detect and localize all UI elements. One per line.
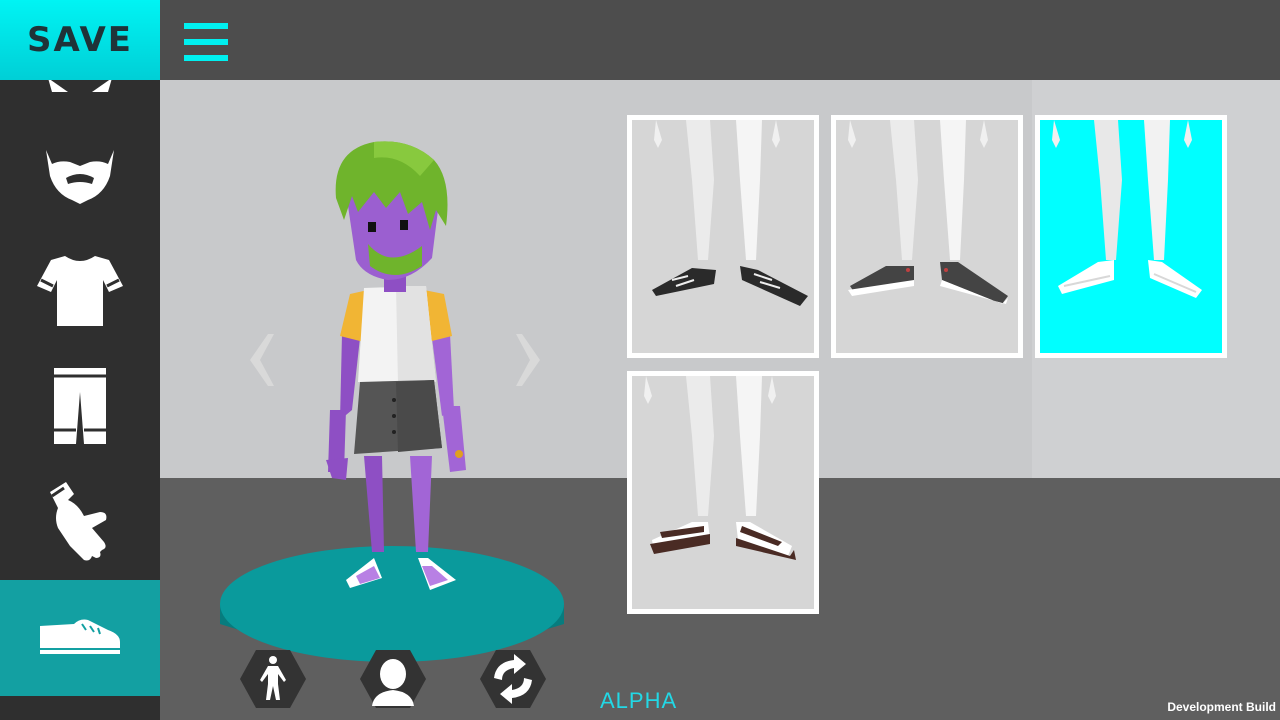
alpha-label: ALPHA [600,688,678,713]
rotate-right-button[interactable] [512,330,552,390]
head-view-button[interactable] [358,648,428,710]
shoe-option-black-sneakers [652,120,808,306]
sidebar-item-pants[interactable] [0,348,160,464]
pants-icon [54,368,106,444]
shoe-option-card[interactable] [831,115,1023,358]
chevron-left-icon [250,334,274,386]
shirt-icon [37,256,123,326]
shoe-option-card[interactable] [627,371,819,614]
shoe-option-brown-sandals [644,376,796,560]
shoe-option-white-sandals [1052,120,1202,298]
shoe-option-card[interactable] [627,115,819,358]
development-build-label: Development Build [1167,700,1276,714]
character-preview [220,141,564,662]
shoe-icon [40,619,120,654]
hamburger-menu-icon[interactable] [184,23,228,61]
sidebar-item-shirt[interactable] [0,232,160,348]
category-sidebar [0,80,160,720]
beard-icon [46,150,114,204]
sidebar-item-beard[interactable] [0,118,160,234]
shoe-option-card-selected[interactable] [1035,115,1227,358]
randomize-button[interactable] [478,648,548,710]
save-button[interactable]: SAVE [0,0,160,80]
turntable-platform[interactable] [220,546,564,662]
chevron-right-icon [516,334,540,386]
sidebar-item-gloves[interactable] [0,464,160,580]
body-view-button[interactable] [238,648,308,710]
rotate-left-button[interactable] [238,330,278,390]
top-bar [160,0,1280,80]
shoe-option-dark-grey-shoes [848,120,1008,304]
sidebar-item-hair[interactable] [0,80,160,100]
glove-icon [50,482,107,561]
hair-icon [48,80,112,92]
sidebar-item-shoes[interactable] [0,580,160,696]
